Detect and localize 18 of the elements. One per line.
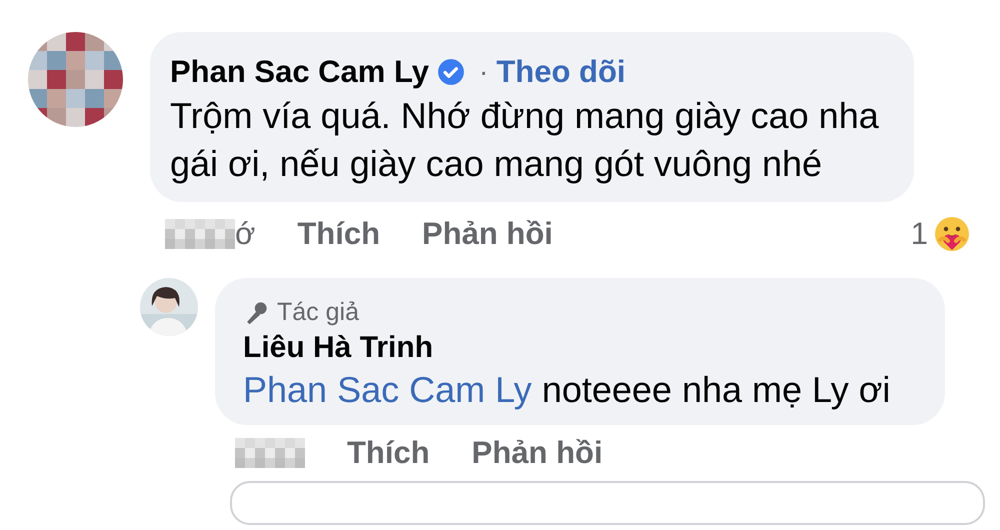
author-name[interactable]: Phan Sac Cam Ly bbox=[170, 54, 430, 90]
comment-field[interactable] bbox=[230, 481, 985, 525]
author-label: Tác giả bbox=[277, 298, 359, 327]
reply-link[interactable]: Phản hồi bbox=[472, 435, 603, 471]
like-link[interactable]: Thích bbox=[297, 216, 380, 252]
pixelated-text bbox=[235, 438, 305, 468]
follow-link[interactable]: Theo dõi bbox=[496, 54, 626, 90]
timestamp: ớ bbox=[235, 216, 256, 252]
hug-emoji-icon bbox=[932, 214, 972, 254]
reply-text: Phan Sac Cam Ly noteeee nha mẹ Ly ơi bbox=[243, 369, 892, 411]
author-name[interactable]: Liêu Hà Trinh bbox=[243, 331, 917, 365]
separator-dot: · bbox=[479, 56, 488, 88]
pixelated-text bbox=[165, 219, 235, 249]
comment-text: Trộm vía quá. Nhớ đừng mang giày cao nha gái ơi, nếu giày cao mang gót vuông nhé bbox=[170, 94, 880, 186]
reaction-count: 1 bbox=[910, 216, 928, 252]
like-link[interactable]: Thích bbox=[347, 435, 430, 471]
reply-link[interactable]: Phản hồi bbox=[422, 216, 553, 252]
mention-link[interactable]: Phan Sac Cam Ly bbox=[243, 369, 532, 410]
